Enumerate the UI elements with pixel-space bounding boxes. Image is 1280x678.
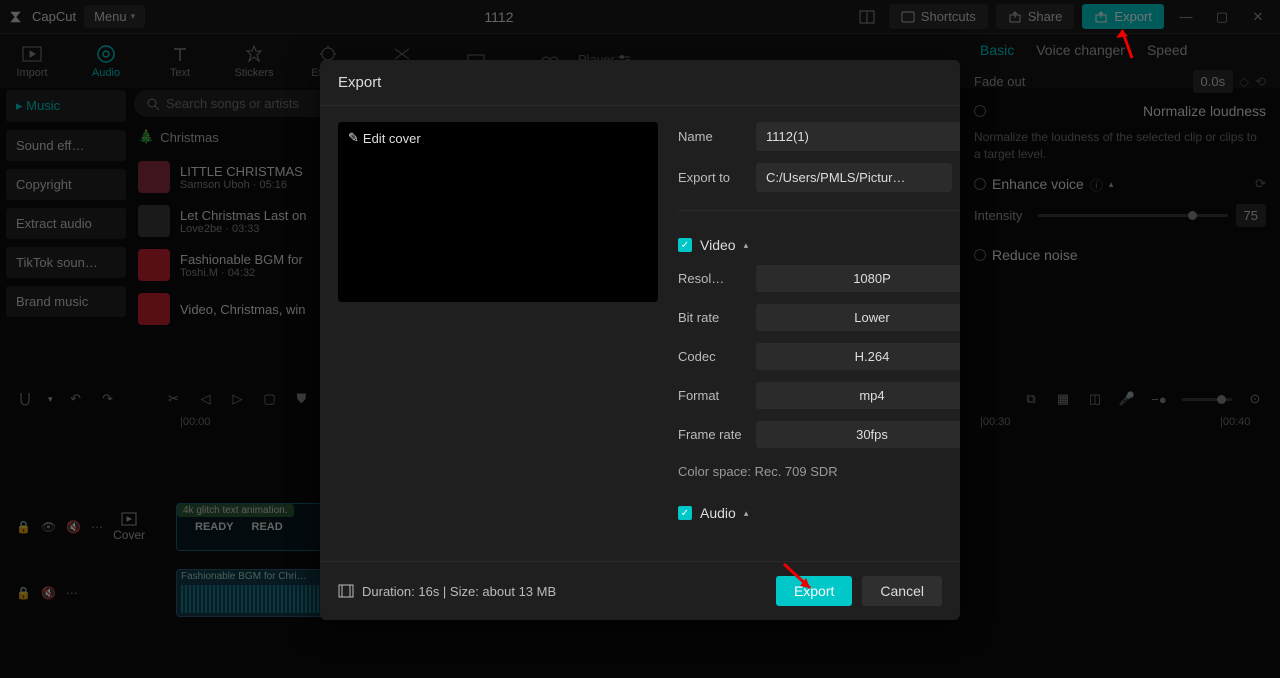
resolution-select[interactable]: 1080P bbox=[756, 265, 960, 292]
chevron-up-icon: ▴ bbox=[744, 508, 749, 519]
modal-cancel-button[interactable]: Cancel bbox=[862, 576, 942, 606]
annotation-arrow-top bbox=[1110, 24, 1140, 60]
cover-preview: ✎ Edit cover bbox=[338, 122, 658, 302]
format-select[interactable]: mp4 bbox=[756, 382, 960, 409]
annotation-arrow-bottom bbox=[780, 560, 820, 596]
audio-section[interactable]: ✓Audio▴ bbox=[678, 505, 960, 521]
check-icon[interactable]: ✓ bbox=[678, 506, 692, 520]
modal-title: Export bbox=[320, 60, 960, 106]
film-icon bbox=[338, 584, 354, 598]
export-modal: Export ✎ Edit cover Name Export to ✓Vide… bbox=[320, 60, 960, 620]
edit-cover-button[interactable]: ✎ Edit cover bbox=[348, 130, 421, 146]
video-section[interactable]: ✓Video▴ bbox=[678, 237, 960, 253]
export-path-input[interactable] bbox=[756, 163, 952, 192]
bitrate-select[interactable]: Lower bbox=[756, 304, 960, 331]
export-name-input[interactable] bbox=[756, 122, 960, 151]
modal-footer: Duration: 16s | Size: about 13 MB Export… bbox=[320, 561, 960, 620]
chevron-up-icon: ▴ bbox=[744, 240, 749, 251]
framerate-select[interactable]: 30fps bbox=[756, 421, 960, 448]
codec-select[interactable]: H.264 bbox=[756, 343, 960, 370]
color-space: Color space: Rec. 709 SDR bbox=[678, 464, 960, 479]
check-icon[interactable]: ✓ bbox=[678, 238, 692, 252]
